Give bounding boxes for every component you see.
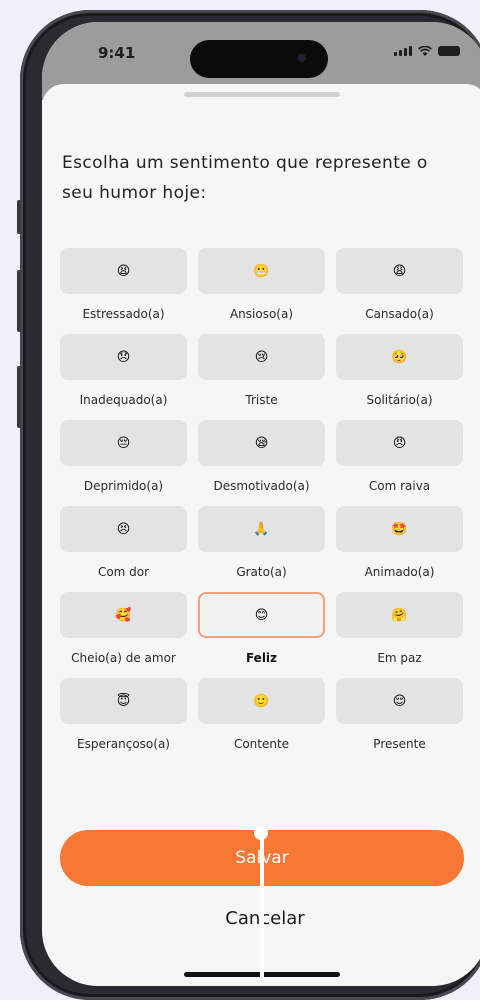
mood-emoji-icon: 😢 — [254, 349, 269, 365]
mute-switch — [17, 200, 21, 234]
mood-emoji-icon: 😇 — [116, 693, 131, 709]
mood-emoji-icon: 🤩 — [391, 521, 408, 537]
mood-option[interactable]: 😔 Deprimido(a) — [60, 420, 187, 495]
mood-tile[interactable]: 😫 — [60, 248, 187, 294]
mood-option[interactable]: 😫 Estressado(a) — [60, 248, 187, 323]
mood-emoji-icon: 😌 — [392, 693, 407, 709]
mood-option[interactable]: 🤗 Em paz — [336, 592, 463, 667]
mood-option[interactable]: 😣 Com dor — [60, 506, 187, 581]
mood-label: Desmotivado(a) — [213, 479, 310, 493]
mood-tile[interactable]: 😌 — [336, 678, 463, 724]
mood-tile[interactable]: 😔 — [60, 420, 187, 466]
mood-option[interactable]: 😇 Esperançoso(a) — [60, 678, 187, 753]
mood-option[interactable]: 😠 Com raiva — [336, 420, 463, 495]
mood-emoji-icon: 😞 — [116, 349, 131, 365]
mood-label: Presente — [373, 737, 426, 751]
touch-pointer — [254, 826, 268, 840]
mood-tile[interactable]: 😊 — [198, 592, 325, 638]
mood-emoji-icon: 🙂 — [253, 693, 270, 709]
volume-down-button — [17, 366, 21, 428]
mood-emoji-icon: 🙏 — [253, 521, 270, 537]
mood-option[interactable]: 🙏 Grato(a) — [198, 506, 325, 581]
mood-tile[interactable]: 😢 — [198, 334, 325, 380]
mood-tile[interactable]: 😞 — [60, 334, 187, 380]
mood-tile[interactable]: 😇 — [60, 678, 187, 724]
mood-label: Em paz — [377, 651, 422, 665]
mood-emoji-icon: 😫 — [116, 263, 131, 279]
mood-option[interactable]: 😬 Ansioso(a) — [198, 248, 325, 323]
mood-option[interactable]: 😢 Triste — [198, 334, 325, 409]
mood-tile[interactable]: 🥺 — [336, 334, 463, 380]
mood-label: Feliz — [245, 651, 278, 665]
mood-emoji-icon: 😣 — [116, 521, 131, 537]
mood-label: Grato(a) — [236, 565, 287, 579]
mood-label: Estressado(a) — [82, 307, 165, 321]
mood-option[interactable]: 🥺 Solitário(a) — [336, 334, 463, 409]
mood-label: Com raiva — [368, 479, 431, 493]
mood-emoji-icon: 😪 — [254, 435, 269, 451]
mood-emoji-icon: 🥰 — [115, 607, 132, 623]
mood-label: Esperançoso(a) — [77, 737, 170, 751]
status-icons — [394, 46, 460, 56]
mood-option[interactable]: 😞 Inadequado(a) — [60, 334, 187, 409]
mood-prompt: Escolha um sentimento que represente o s… — [62, 153, 428, 203]
mood-label: Contente — [233, 737, 290, 751]
mood-tile[interactable]: 🙂 — [198, 678, 325, 724]
mood-tile[interactable]: 🙏 — [198, 506, 325, 552]
mood-label: Inadequado(a) — [79, 393, 168, 407]
battery-icon — [438, 46, 460, 56]
mood-label: Solitário(a) — [366, 393, 433, 407]
mood-option[interactable]: 😌 Presente — [336, 678, 463, 753]
mood-emoji-icon: 🥺 — [391, 349, 408, 365]
mood-label: Cansado(a) — [365, 307, 434, 321]
mood-label: Animado(a) — [364, 565, 435, 579]
status-time: 9:41 — [98, 44, 136, 62]
mood-option[interactable]: 🙂 Contente — [198, 678, 325, 753]
wifi-icon — [418, 46, 432, 56]
mood-label: Triste — [245, 393, 278, 407]
mood-tile[interactable]: 😠 — [336, 420, 463, 466]
touch-pointer-trail — [260, 835, 264, 979]
volume-up-button — [17, 270, 21, 332]
mood-emoji-icon: 😬 — [253, 263, 270, 279]
mood-option[interactable]: 😪 Desmotivado(a) — [198, 420, 325, 495]
mood-tile[interactable]: 😬 — [198, 248, 325, 294]
mood-tile[interactable]: 😪 — [198, 420, 325, 466]
mood-tile[interactable]: 🤗 — [336, 592, 463, 638]
mood-tile[interactable]: 😣 — [60, 506, 187, 552]
mood-emoji-icon: 😔 — [116, 435, 131, 451]
mood-label: Deprimido(a) — [83, 479, 164, 493]
mood-emoji-icon: 🤗 — [391, 607, 408, 623]
mood-option[interactable]: 😊 Feliz — [198, 592, 325, 667]
mood-label: Ansioso(a) — [229, 307, 294, 321]
sheet-grabber[interactable] — [184, 92, 340, 97]
mood-tile[interactable]: 🥰 — [60, 592, 187, 638]
mood-emoji-icon: 😊 — [254, 607, 269, 623]
mood-tile[interactable]: 😩 — [336, 248, 463, 294]
mood-option[interactable]: 🥰 Cheio(a) de amor — [60, 592, 187, 667]
mood-emoji-icon: 😠 — [392, 435, 407, 451]
signal-icon — [394, 46, 412, 56]
mood-label: Cheio(a) de amor — [71, 651, 176, 665]
dynamic-island — [190, 40, 328, 78]
mood-tile[interactable]: 🤩 — [336, 506, 463, 552]
mood-label: Com dor — [97, 565, 150, 579]
mood-option[interactable]: 🤩 Animado(a) — [336, 506, 463, 581]
mood-option[interactable]: 😩 Cansado(a) — [336, 248, 463, 323]
mood-grid: 😫 Estressado(a) 😬 Ansioso(a) 😩 Cansado(a) 😞 Ina… — [60, 248, 464, 753]
mood-emoji-icon: 😩 — [392, 263, 407, 279]
